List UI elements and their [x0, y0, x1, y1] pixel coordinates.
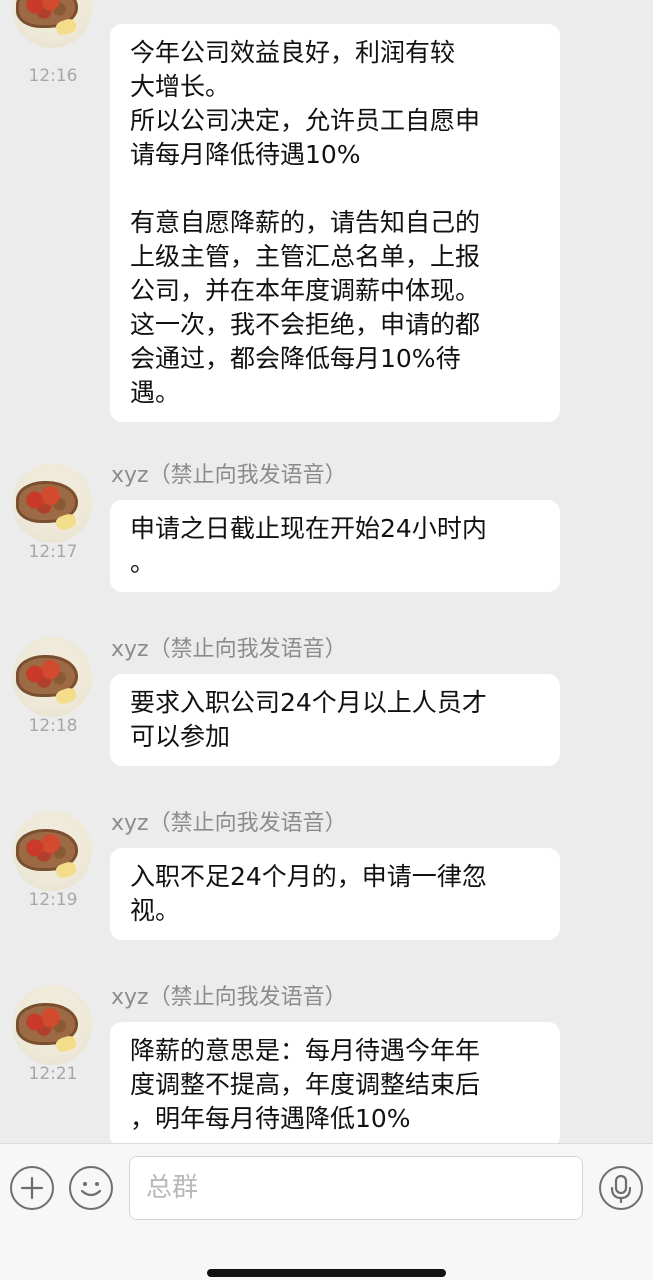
sender-name: xyz（禁止向我发语音）: [111, 985, 347, 1010]
avatar[interactable]: [12, 985, 92, 1065]
message-bubble[interactable]: 降薪的意思是：每月待遇今年年 度调整不提高，年度调整结束后 ，明年每月待遇降低1…: [110, 1022, 560, 1143]
emoji-icon[interactable]: [69, 1166, 113, 1210]
chat-area[interactable]: 12:16 今年公司效益良好，利润有较 大增长。 所以公司决定，允许员工自愿申 …: [0, 0, 653, 1143]
avatar[interactable]: [12, 637, 92, 717]
input-placeholder: 总群: [146, 1173, 199, 1203]
message-time: 12:21: [28, 1064, 78, 1084]
message-text: 今年公司效益良好，利润有较 大增长。 所以公司决定，允许员工自愿申 请每月降低待…: [130, 38, 481, 169]
chat-input-bar: 总群: [0, 1143, 653, 1280]
avatar[interactable]: [12, 0, 92, 48]
home-indicator[interactable]: [207, 1269, 446, 1277]
message-time: 12:17: [28, 542, 78, 562]
sender-name: xyz（禁止向我发语音）: [111, 463, 347, 488]
message-bubble[interactable]: 申请之日截止现在开始24小时内 。: [110, 500, 560, 592]
message-text: 要求入职公司24个月以上人员才 可以参加: [130, 688, 487, 751]
message-bubble[interactable]: 入职不足24个月的，申请一律忽 视。: [110, 848, 560, 940]
avatar[interactable]: [12, 811, 92, 891]
message-time: 12:16: [28, 66, 78, 86]
message-time: 12:18: [28, 716, 78, 736]
sender-name: xyz（禁止向我发语音）: [111, 637, 347, 662]
avatar[interactable]: [12, 463, 92, 543]
microphone-icon[interactable]: [599, 1166, 643, 1210]
message-text: 降薪的意思是：每月待遇今年年 度调整不提高，年度调整结束后 ，明年每月待遇降低1…: [130, 1036, 481, 1133]
plus-icon[interactable]: [10, 1166, 54, 1210]
message-bubble[interactable]: 要求入职公司24个月以上人员才 可以参加: [110, 674, 560, 766]
message-text: 有意自愿降薪的，请告知自己的 上级主管，主管汇总名单，上报 公司，并在本年度调薪…: [130, 208, 481, 407]
sender-name: xyz（禁止向我发语音）: [111, 811, 347, 836]
message-text: 申请之日截止现在开始24小时内 。: [130, 514, 487, 577]
message-time: 12:19: [28, 890, 78, 910]
message-input[interactable]: 总群: [129, 1156, 583, 1220]
message-bubble[interactable]: 今年公司效益良好，利润有较 大增长。 所以公司决定，允许员工自愿申 请每月降低待…: [110, 24, 560, 422]
message-text: 入职不足24个月的，申请一律忽 视。: [130, 862, 487, 925]
